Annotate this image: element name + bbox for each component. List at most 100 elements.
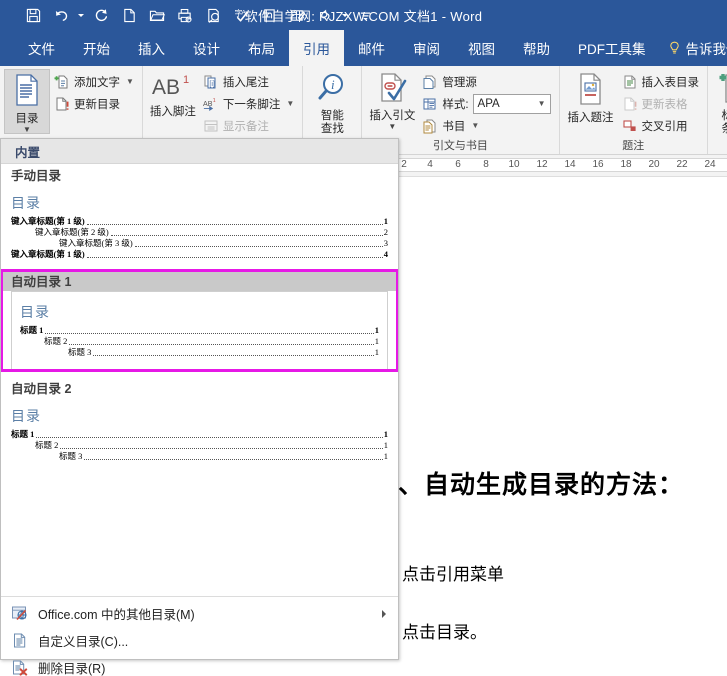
customize-caret[interactable] [340,3,350,27]
preview-toc-text: 键入章标题(第 1 级) [11,216,85,226]
ribbon-display-icon[interactable] [352,3,378,27]
ruler-tick: 4 [427,159,433,170]
redo-icon[interactable] [88,3,114,27]
preview-toc-line: 键入章标题(第 3 级) 3 [11,238,388,249]
preview-toc-text: 标题 2 [35,440,59,450]
insert-table-of-figures-icon [622,74,638,90]
document-heading: 、自动生成目录的方法： [398,471,685,499]
citation-style-label: 样式: [442,98,469,111]
preview-toc-line: 标题 2 1 [11,440,388,451]
undo-icon[interactable] [48,3,74,27]
leader-dots [134,240,383,247]
tab-pdf-tools[interactable]: PDF工具集 [564,30,660,66]
ribbon-group-index-label [712,139,727,154]
tab-view[interactable]: 视图 [454,30,509,66]
bibliography-label: 书目 [442,120,466,133]
gallery-item-auto-toc-2[interactable]: 自动目录 2 目录 标题 1 1 标题 2 1 标题 3 1 [1,377,398,472]
menu-item-more-toc-from-office[interactable]: Office.com 中的其他目录(M) [1,600,398,627]
leader-dots [60,442,383,449]
insert-table-of-figures-button[interactable]: 插入表目录 [618,71,704,92]
leader-dots [36,431,383,438]
gallery-item-title: 自动目录 2 [11,382,72,396]
gallery-item-manual-toc[interactable]: 手动目录 目录 键入章标题(第 1 级) 1 键入章标题(第 2 级) 2 键入 [1,164,398,270]
tab-review[interactable]: 审阅 [399,30,454,66]
quick-print-icon[interactable] [200,3,226,27]
update-toc-button[interactable]: 更新目录 [50,93,138,114]
insert-caption-button[interactable]: 插入题注 [564,69,618,125]
tab-layout[interactable]: 布局 [234,30,289,66]
chevron-down-icon[interactable]: ▼ [23,126,31,134]
preview-toc-page: 1 [383,451,388,461]
lightbulb-icon [668,41,681,56]
tab-mailings[interactable]: 邮件 [344,30,399,66]
insert-footnote-button[interactable]: AB 1 插入脚注 [147,69,199,119]
chevron-down-icon[interactable]: ▼ [286,99,294,108]
open-folder-icon[interactable] [144,3,170,27]
chevron-down-icon[interactable]: ▼ [126,77,134,86]
preview-toc-page: 1 [374,336,379,346]
gallery-header: 内置 [1,139,398,164]
menu-item-remove-toc[interactable]: 删除目录(R) [1,654,398,676]
update-table-button[interactable]: 更新表格 [618,93,704,114]
insert-footnote-label: 插入脚注 [149,106,196,119]
tab-help[interactable]: 帮助 [509,30,564,66]
preview-toc-line: 标题 3 1 [20,347,379,358]
undo-dropdown-caret[interactable] [76,3,86,27]
gallery-item-auto-toc-1[interactable]: 自动目录 1 目录 标题 1 1 标题 2 1 标题 3 1 [1,269,398,372]
add-text-button[interactable]: 添加文字 ▼ [50,71,138,92]
leader-dots [93,349,374,356]
toc-button[interactable]: 目录 ▼ [4,69,50,135]
cross-reference-button[interactable]: 交叉引用 [618,115,704,136]
smart-lookup-label: 智能 查找 [320,110,344,136]
tell-me-label: 告诉我你想要做什 [685,42,727,57]
menu-item-label: Office.com 中的其他目录(M) [38,608,195,622]
citation-style-select[interactable]: APA ▼ [472,93,551,114]
preview-toc-line: 标题 1 1 [11,429,388,440]
show-notes-button[interactable]: 显示备注 [199,115,298,136]
preview-toc-text: 标题 2 [44,336,68,346]
preview-toc-line: 标题 2 1 [20,336,379,347]
tab-file[interactable]: 文件 [14,30,69,66]
touch-mode-icon[interactable] [256,3,282,27]
toc-icon [12,73,42,111]
spelling-check-icon[interactable]: 字A [228,3,254,27]
chevron-down-icon[interactable]: ▼ [388,123,396,131]
save-icon[interactable] [20,3,46,27]
ribbon-group-captions: 插入题注 插入表目录 更新表格 交叉引用 题注 [558,66,708,154]
next-footnote-button[interactable]: AB 1 下一条脚注 ▼ [199,93,298,114]
chevron-down-icon[interactable]: ▼ [471,121,479,130]
preview-title: 目录 [20,306,50,321]
preview-toc-text: 标题 1 [20,325,44,335]
insert-table-of-figures-label: 插入表目录 [641,76,700,89]
svg-text:1: 1 [183,74,189,86]
smart-lookup-button[interactable]: i 智能 查找 [307,69,357,137]
print-preview-icon[interactable] [172,3,198,27]
insert-endnote-button[interactable]: [i] 插入尾注 [199,71,298,92]
caption-small-commands: 插入表目录 更新表格 交叉引用 [618,69,704,136]
ruler-tick: 20 [648,159,660,170]
ribbon-group-captions-label: 题注 [622,140,645,152]
bibliography-button[interactable]: 书目 ▼ [418,115,554,136]
ruler-tick: 10 [508,159,520,170]
tab-home[interactable]: 开始 [69,30,124,66]
ruler-tick: 12 [536,159,548,170]
new-document-icon[interactable] [116,3,142,27]
mark-entry-button[interactable]: 标记 条目 [712,69,727,137]
ruler-tick: 14 [564,159,576,170]
insert-citation-button[interactable]: 插入引文 ▼ [366,69,418,131]
gallery-item-preview: 目录 标题 1 1 标题 2 1 标题 3 1 [1,398,398,472]
add-text-label: 添加文字 [74,76,120,89]
manage-sources-button[interactable]: 管理源 [418,71,554,92]
leader-dots [84,453,383,460]
submenu-arrow-icon [382,609,386,618]
chevron-down-icon[interactable]: ▼ [538,99,546,108]
customize-icon[interactable] [312,3,338,27]
menu-item-custom-toc[interactable]: 自定义目录(C)... [1,627,398,654]
tab-insert[interactable]: 插入 [124,30,179,66]
tell-me-box[interactable]: 告诉我你想要做什 [660,30,727,66]
tab-references[interactable]: 引用 [289,30,344,66]
tab-design[interactable]: 设计 [179,30,234,66]
preview-toc-text: 标题 3 [68,347,92,357]
draw-table-icon[interactable] [284,3,310,27]
ribbon-tabs: 文件 开始 插入 设计 布局 引用 邮件 审阅 视图 帮助 PDF工具集 告诉我… [0,30,727,66]
